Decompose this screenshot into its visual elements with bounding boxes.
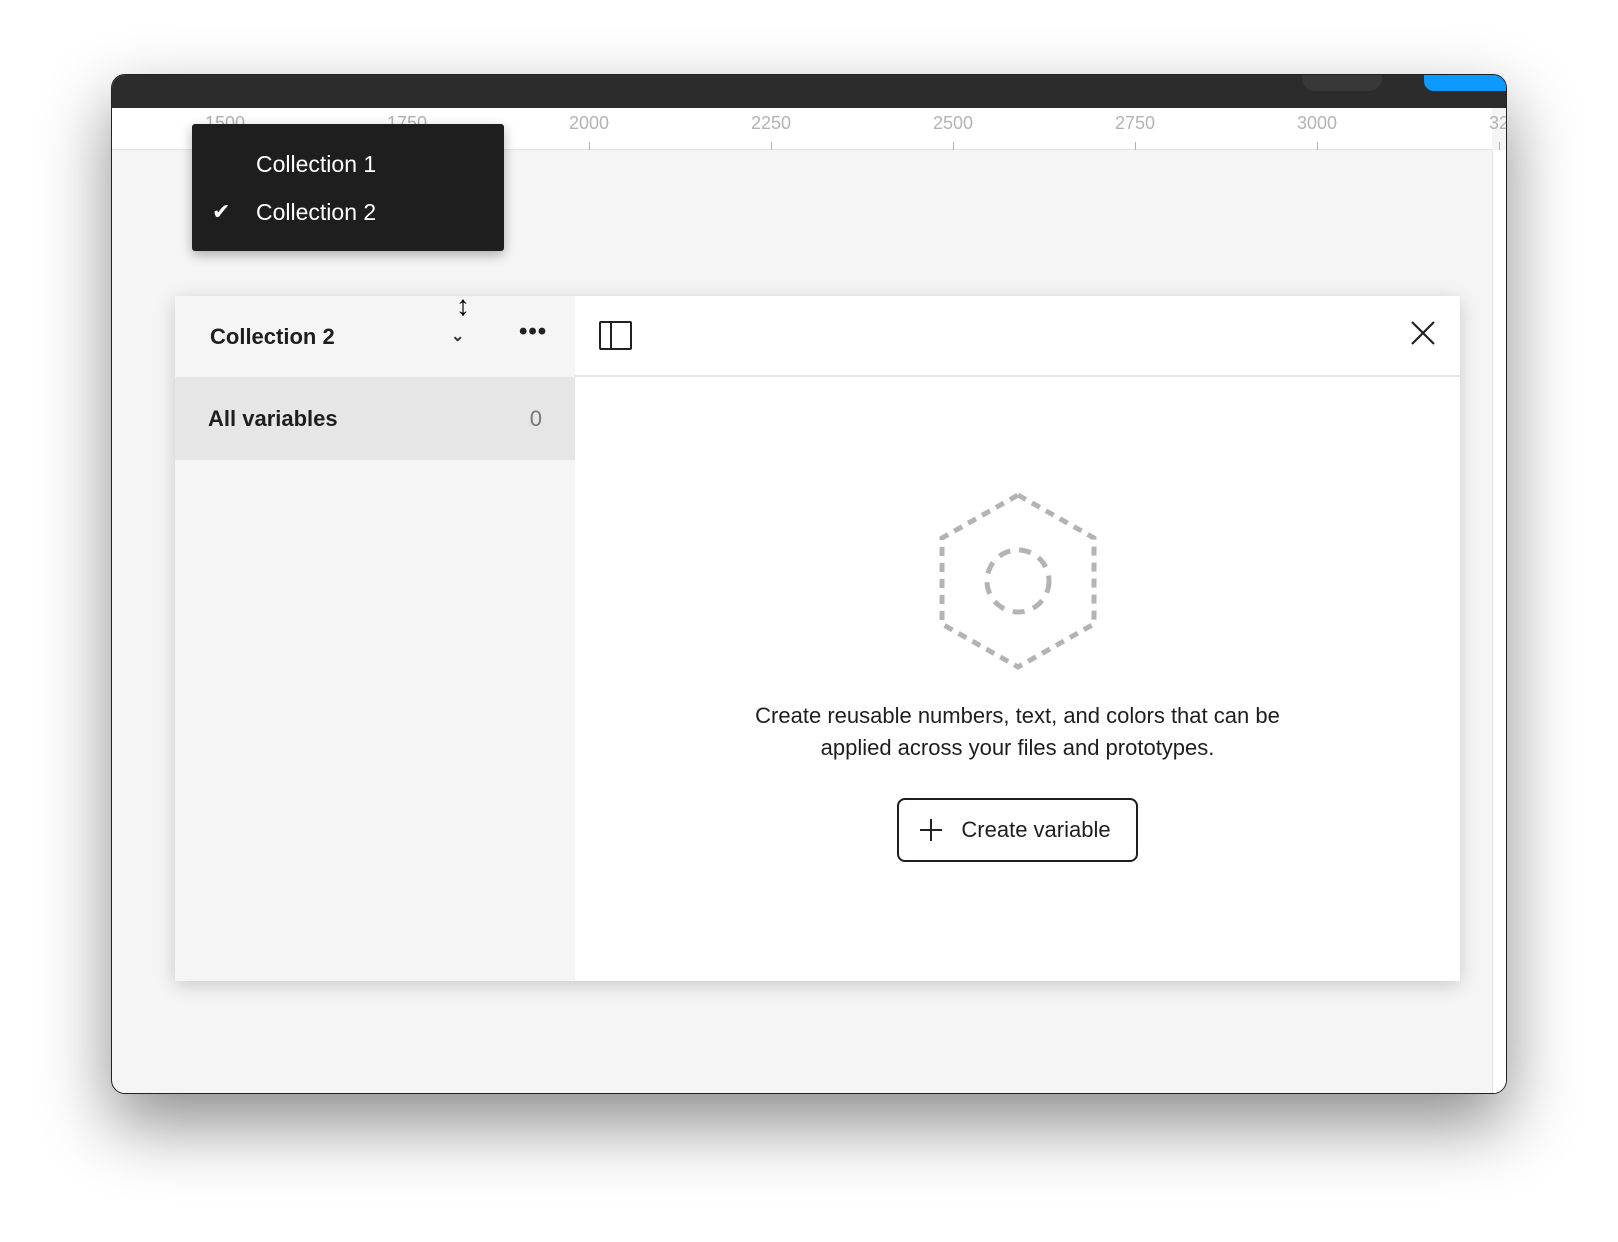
menu-item-label: Collection 1 bbox=[256, 150, 377, 177]
panel-header bbox=[575, 296, 1460, 377]
ruler-tick: 3000 bbox=[1277, 108, 1357, 150]
sidebar-item-all-variables[interactable]: All variables 0 bbox=[175, 377, 575, 460]
variables-main: Create reusable numbers, text, and color… bbox=[575, 296, 1460, 981]
message-line: Create reusable numbers, text, and color… bbox=[755, 703, 1280, 728]
ruler-tick: 32 bbox=[1459, 108, 1506, 150]
ruler-tick: 2000 bbox=[549, 108, 629, 150]
multiplayer-avatars[interactable] bbox=[1302, 75, 1382, 91]
menu-item-collection-1[interactable]: Collection 1 bbox=[192, 140, 504, 188]
menu-item-collection-2[interactable]: ✔ Collection 2 bbox=[192, 188, 504, 236]
variable-count: 0 bbox=[529, 405, 542, 431]
right-sidebar bbox=[1492, 150, 1506, 1093]
collection-selector[interactable]: Collection 2 ⌄ ••• bbox=[175, 296, 575, 377]
resize-cursor-icon: ↕ bbox=[456, 290, 470, 321]
chevron-down-icon[interactable]: ⌄ bbox=[451, 326, 464, 346]
collection-dropdown-menu: Collection 1 ✔ Collection 2 bbox=[192, 124, 504, 251]
plus-icon bbox=[920, 819, 943, 841]
ruler-tick: 2750 bbox=[1095, 108, 1175, 150]
button-label: Create variable bbox=[961, 817, 1111, 842]
title-bar bbox=[112, 75, 1506, 108]
ruler-tick: 2250 bbox=[731, 108, 811, 150]
variable-hexagon-icon bbox=[939, 492, 1096, 670]
more-options-icon[interactable]: ••• bbox=[519, 318, 547, 346]
share-button[interactable] bbox=[1424, 75, 1506, 91]
checkmark-icon: ✔ bbox=[212, 199, 231, 224]
message-line: applied across your files and prototypes… bbox=[820, 735, 1215, 760]
collection-name: Collection 2 bbox=[210, 323, 335, 349]
empty-state-message: Create reusable numbers, text, and color… bbox=[575, 700, 1460, 764]
create-variable-button[interactable]: Create variable bbox=[897, 798, 1138, 862]
menu-item-label: Collection 2 bbox=[256, 198, 377, 225]
close-icon[interactable] bbox=[1408, 318, 1438, 348]
sidebar-toggle-icon[interactable] bbox=[599, 321, 632, 350]
ruler-tick: 2500 bbox=[913, 108, 993, 150]
empty-state: Create reusable numbers, text, and color… bbox=[575, 491, 1460, 862]
variables-panel: Collection 2 ⌄ ••• All variables 0 Creat… bbox=[175, 296, 1460, 981]
sidebar-item-label: All variables bbox=[208, 405, 338, 431]
collection-sidebar: Collection 2 ⌄ ••• All variables 0 bbox=[175, 296, 575, 981]
